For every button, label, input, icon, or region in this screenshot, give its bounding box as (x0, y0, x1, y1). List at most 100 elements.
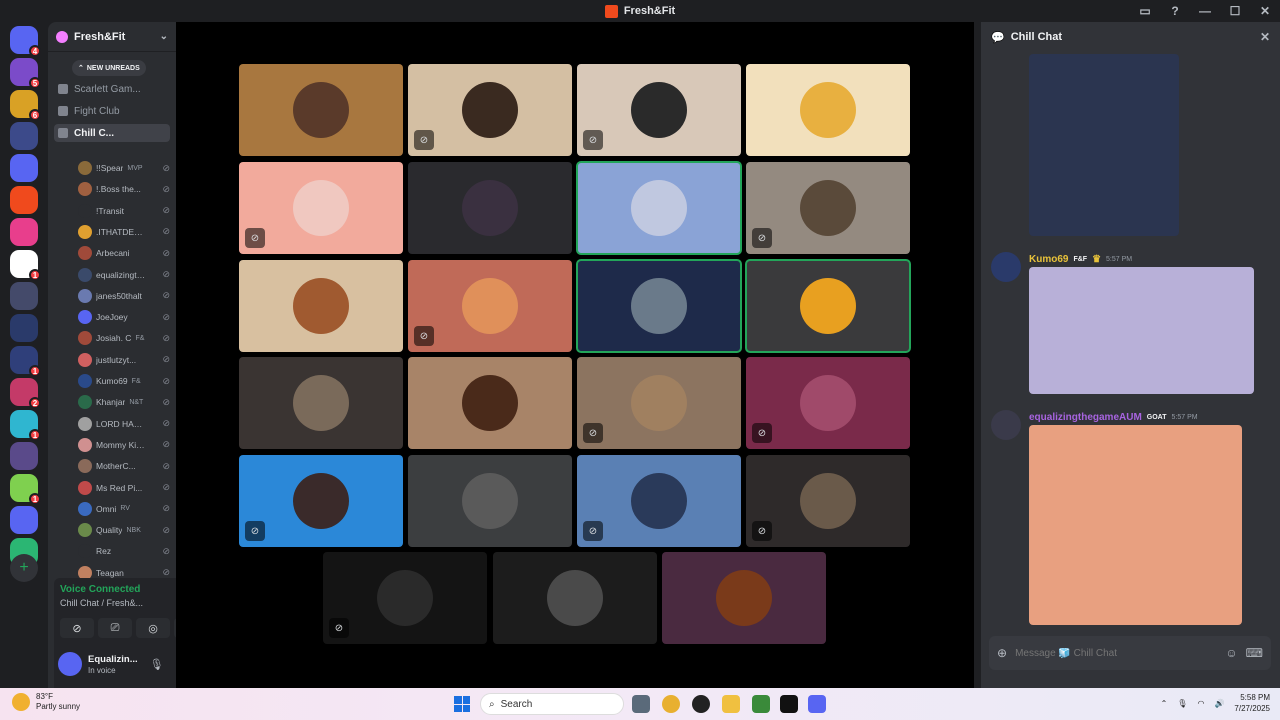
participant-tile[interactable] (239, 357, 403, 449)
microphone-icon[interactable]: 🎙 (1177, 699, 1187, 708)
voice-member[interactable]: Arbecani ⊘ (78, 243, 170, 263)
participant-tile[interactable] (576, 259, 742, 353)
participant-tile[interactable] (746, 64, 910, 156)
new-unreads-pill[interactable]: ⌃ NEW UNREADS (72, 60, 146, 76)
voice-member[interactable]: Khanjar N&T ⊘ (78, 392, 170, 412)
participant-tile[interactable] (745, 259, 911, 353)
participant-tile[interactable] (408, 162, 572, 254)
minimize-button[interactable]: — (1190, 0, 1220, 22)
server-icon[interactable]: 6 (10, 90, 41, 121)
avatar[interactable] (58, 652, 82, 676)
server-header[interactable]: Fresh&Fit ⌄ (48, 22, 176, 52)
gif-embed[interactable] (1029, 425, 1242, 625)
file-explorer-icon[interactable] (722, 695, 740, 713)
voice-member[interactable]: janes50thalt ⊘ (78, 286, 170, 306)
participant-tile[interactable]: ⊘ (746, 357, 910, 449)
voice-member[interactable]: Quality NBK ⊘ (78, 520, 170, 540)
message-author[interactable]: equalizingthegameAUM (1029, 412, 1142, 423)
server-icon[interactable]: 2 (10, 378, 41, 409)
voice-member[interactable]: JoeJoey ⊘ (78, 307, 170, 327)
participant-tile[interactable]: ⊘ (577, 64, 741, 156)
voice-member[interactable]: Rez ⊘ (78, 541, 170, 561)
channel-item[interactable]: Scarlett Gam... (58, 80, 141, 98)
participant-tile[interactable] (576, 161, 742, 255)
microphone-icon[interactable]: 🎙 (150, 658, 164, 671)
participant-tile[interactable] (408, 455, 572, 547)
server-icon[interactable] (10, 122, 38, 150)
clock[interactable]: 5:58 PM 7/27/2025 (1234, 692, 1270, 714)
participant-tile[interactable]: ⊘ (239, 162, 403, 254)
server-icon[interactable] (10, 314, 38, 342)
voice-member[interactable]: MotherC... ⊘ (78, 456, 170, 476)
voice-member[interactable]: .ITHATDEAL... ⊘ (78, 222, 170, 242)
message-author[interactable]: Kumo69 (1029, 254, 1068, 265)
voice-member[interactable]: LORD HAM T... ⊘ (78, 414, 170, 434)
app-icon[interactable] (752, 695, 770, 713)
taskbar-search[interactable]: ⌕ Search (480, 693, 624, 715)
server-icon[interactable]: 1 (10, 410, 41, 441)
server-icon[interactable]: 5 (10, 58, 41, 89)
server-icon[interactable]: 4 (10, 26, 41, 57)
voice-member[interactable]: equalizingth... ⊘ (78, 265, 170, 285)
voice-member[interactable]: !!Spear MVP ⊘ (78, 158, 170, 178)
participant-tile[interactable]: ⊘ (408, 64, 572, 156)
participant-tile[interactable]: ⊘ (408, 260, 572, 352)
server-icon[interactable] (10, 154, 38, 182)
chrome-icon[interactable] (662, 695, 680, 713)
message-input[interactable] (1015, 647, 1218, 659)
camera-button[interactable]: ⊘ (60, 618, 94, 638)
participant-tile[interactable] (239, 64, 403, 156)
help-icon[interactable]: ? (1160, 0, 1190, 22)
participant-tile[interactable]: ⊘ (239, 455, 403, 547)
gif-embed[interactable] (1029, 267, 1254, 394)
server-icon[interactable]: 1 (10, 250, 41, 281)
terminal-icon[interactable] (780, 695, 798, 713)
server-icon[interactable] (10, 218, 38, 246)
voice-member[interactable]: Mommy Kim... ⊘ (78, 435, 170, 455)
wifi-icon[interactable]: ◠ (1197, 699, 1204, 708)
task-view-icon[interactable] (632, 695, 650, 713)
participant-tile[interactable] (408, 357, 572, 449)
voice-member[interactable]: Kumo69 F& ⊘ (78, 371, 170, 391)
screen-share-button[interactable]: ⎚ (98, 618, 132, 638)
voice-member[interactable]: justlutzyt... ⊘ (78, 350, 170, 370)
close-icon[interactable]: ✕ (1260, 30, 1270, 44)
server-icon[interactable] (10, 186, 38, 214)
volume-icon[interactable]: 🔊 (1214, 699, 1224, 708)
windows-start-icon[interactable] (454, 696, 470, 712)
participant-tile[interactable]: ⊘ (577, 357, 741, 449)
participant-tile[interactable] (662, 552, 826, 644)
channel-item[interactable]: Chill C... (54, 124, 170, 142)
participant-tile[interactable]: ⊘ (577, 455, 741, 547)
participant-tile[interactable]: ⊘ (746, 455, 910, 547)
app-icon[interactable] (692, 695, 710, 713)
weather-widget[interactable]: 83°F Partly sunny (12, 692, 80, 712)
server-icon[interactable] (10, 506, 38, 534)
discord-icon[interactable] (808, 695, 826, 713)
voice-channel[interactable]: Chill Chat / Fresh&... (60, 598, 143, 608)
video-embed[interactable] (1029, 54, 1179, 236)
voice-member[interactable]: Omni RV ⊘ (78, 499, 170, 519)
voice-member[interactable]: !.Boss the... ⊘ (78, 179, 170, 199)
participant-tile[interactable] (493, 552, 657, 644)
activity-button[interactable]: ◎ (136, 618, 170, 638)
activity-icon[interactable]: ⌨ (1246, 646, 1263, 660)
voice-member[interactable]: Josiah. C F& ⊘ (78, 328, 170, 348)
participant-tile[interactable]: ⊘ (746, 162, 910, 254)
chevron-up-icon[interactable]: ⌃ (1161, 699, 1168, 708)
add-server-button[interactable]: + (10, 554, 38, 582)
maximize-button[interactable]: ☐ (1220, 0, 1250, 22)
server-icon[interactable]: 1 (10, 474, 41, 505)
inbox-icon[interactable]: ▭ (1130, 0, 1160, 22)
channel-item[interactable]: Fight Club (58, 102, 120, 120)
participant-tile[interactable] (239, 260, 403, 352)
server-icon[interactable]: 1 (10, 346, 41, 377)
avatar[interactable] (991, 410, 1021, 440)
close-window-button[interactable]: ✕ (1250, 0, 1280, 22)
voice-member[interactable]: !Transit ⊘ (78, 201, 170, 221)
voice-member[interactable]: Ms Red Pi... ⊘ (78, 478, 170, 498)
server-icon[interactable] (10, 282, 38, 310)
avatar[interactable] (991, 252, 1021, 282)
add-attachment-icon[interactable]: ⊕ (997, 646, 1007, 660)
server-icon[interactable] (10, 442, 38, 470)
